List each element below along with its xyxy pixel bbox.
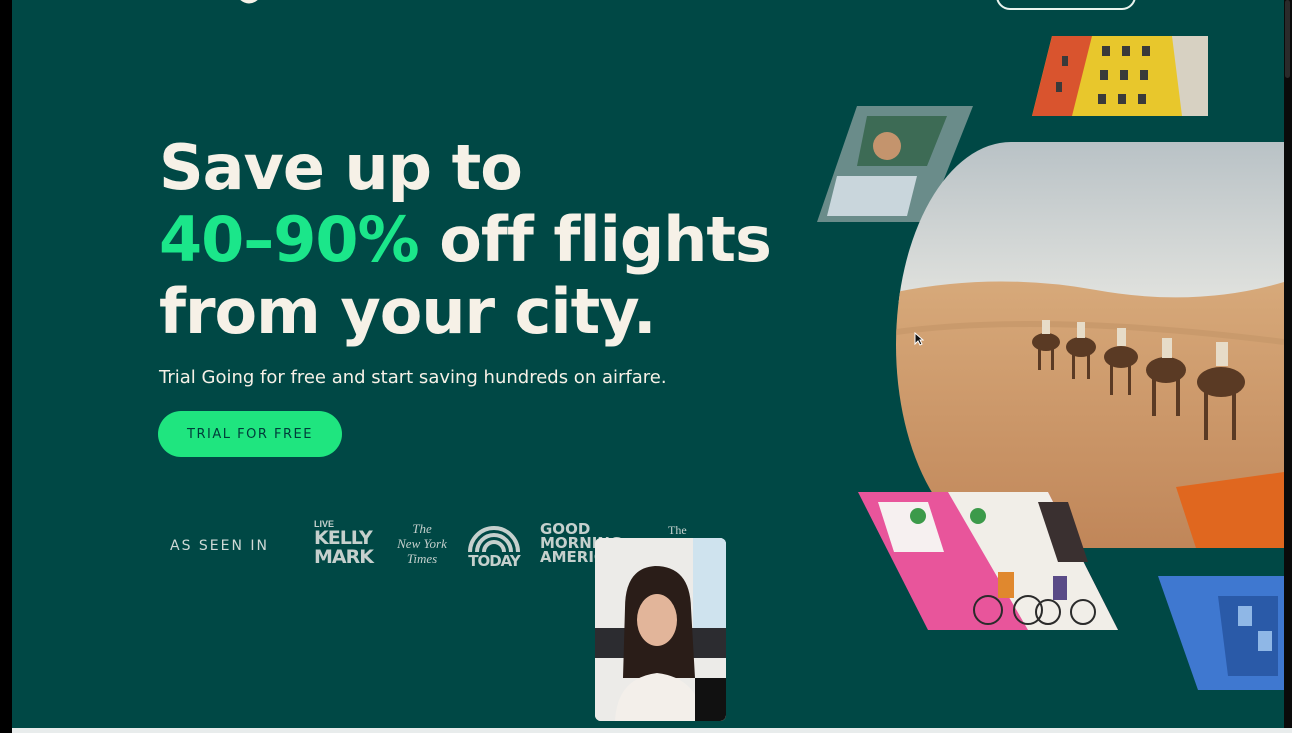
site-logo[interactable] [234,0,264,6]
headline-line-2: off flights [418,203,772,276]
press-logo-the: The [668,523,687,537]
page-scrollbar[interactable] [1284,0,1292,728]
hero-headline: Save up to 40–90% off flights from your … [159,132,799,348]
press-logo-today: TODAY [464,522,524,570]
press-logo-kelly-mark: LIVE KELLY MARK [314,519,374,568]
headline-line-3: from your city. [159,275,657,348]
as-seen-in-label: AS SEEN IN [170,538,270,554]
hero-subhead: Trial Going for free and start saving hu… [159,367,667,388]
desert-camels-photo [896,142,1284,548]
blue-building-photo [1158,576,1284,690]
presenter-video [595,538,726,721]
press-logo-nyt: The New York Times [397,521,447,566]
headline-discount-accent: 40–90% [159,203,420,276]
colorful-buildings-photo [1032,36,1208,116]
today-rainbow-icon [468,526,520,553]
webcam-overlay [595,538,726,721]
scrollbar-thumb[interactable] [1285,0,1290,78]
pointer-cursor-icon [914,331,925,351]
bottom-edge [12,728,1292,733]
pink-house-bicycles-photo [858,492,1118,630]
nav-login-button[interactable] [996,0,1136,10]
landing-page-viewport: Save up to 40–90% off flights from your … [12,0,1284,728]
trial-for-free-button[interactable]: TRIAL FOR FREE [158,411,342,457]
headline-line-1: Save up to [159,131,523,204]
